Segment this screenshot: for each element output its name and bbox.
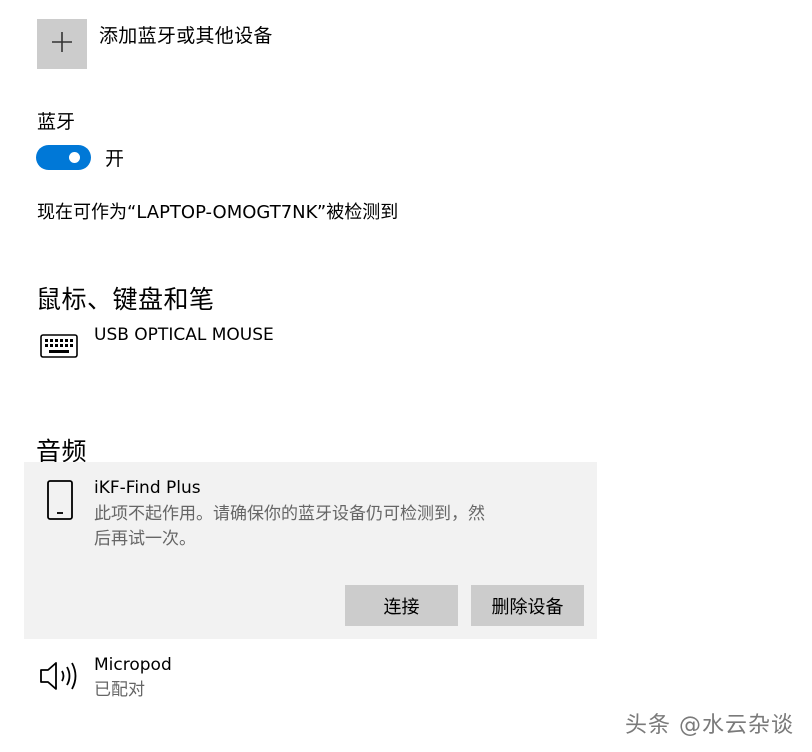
watermark-text: 头条 @水云杂谈 [625, 713, 794, 738]
device-error-line1: 此项不起作用。请确保你的蓝牙设备仍可检测到，然 [94, 504, 485, 524]
discoverable-text: 现在可作为“LAPTOP-OMOGT7NK”被检测到 [37, 202, 399, 223]
plus-icon [51, 31, 73, 57]
connect-button[interactable]: 连接 [345, 585, 458, 626]
remove-device-button[interactable]: 删除设备 [471, 585, 584, 626]
keyboard-icon [39, 333, 79, 358]
add-device-button[interactable]: 添加蓝牙或其他设备 [37, 19, 273, 69]
device-name-micropod[interactable]: Micropod [94, 655, 172, 675]
speaker-icon [38, 658, 82, 694]
toggle-knob [69, 152, 80, 163]
bluetooth-toggle-state: 开 [105, 148, 125, 170]
phone-icon [45, 479, 75, 521]
bluetooth-toggle-row: 开 [36, 144, 124, 171]
add-device-label: 添加蓝牙或其他设备 [99, 25, 273, 47]
device-name-mouse[interactable]: USB OPTICAL MOUSE [94, 325, 274, 345]
device-error-line2: 后再试一次。 [94, 529, 196, 549]
add-device-tile[interactable] [37, 19, 87, 69]
bluetooth-settings-page: 添加蓝牙或其他设备 蓝牙 开 现在可作为“LAPTOP-OMOGT7NK”被检测… [0, 0, 812, 752]
mouse-keyboard-pen-title: 鼠标、键盘和笔 [36, 285, 215, 314]
bluetooth-label: 蓝牙 [37, 111, 76, 133]
device-name-ikf: iKF-Find Plus [94, 478, 201, 498]
bluetooth-toggle[interactable] [36, 145, 91, 170]
device-status-micropod: 已配对 [94, 680, 145, 700]
